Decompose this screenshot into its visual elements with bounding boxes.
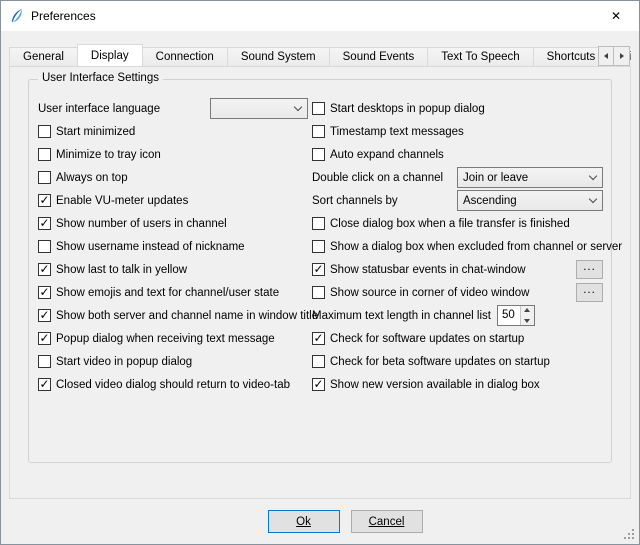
user-interface-settings-group: User Interface Settings User interface l…	[28, 79, 612, 463]
statusbar-events-row: Show statusbar events in chat-window ...	[312, 258, 603, 281]
double-click-value: Join or leave	[463, 172, 528, 184]
double-click-label: Double click on a channel	[312, 172, 443, 184]
checkbox-box[interactable]	[38, 355, 51, 368]
video-source-row: Show source in corner of video window ..…	[312, 281, 603, 304]
tab-text-to-speech[interactable]: Text To Speech	[428, 47, 533, 66]
checkbox-box[interactable]	[38, 309, 51, 322]
checkbox-box[interactable]	[312, 355, 325, 368]
checkbox-closed-video-return[interactable]: Closed video dialog should return to vid…	[38, 373, 308, 396]
checkbox-box[interactable]	[38, 125, 51, 138]
checkbox-popup-text-message[interactable]: Popup dialog when receiving text message	[38, 327, 308, 350]
chevron-down-icon	[589, 172, 597, 180]
checkbox-statusbar-events[interactable]: Show statusbar events in chat-window	[312, 263, 526, 276]
checkbox-box[interactable]	[312, 332, 325, 345]
checkbox-box[interactable]	[312, 240, 325, 253]
tab-scrollers	[598, 46, 630, 66]
checkbox-box[interactable]	[38, 240, 51, 253]
tab-sound-system[interactable]: Sound System	[228, 47, 330, 66]
checkbox-box[interactable]	[38, 286, 51, 299]
checkbox-vu-meter-updates[interactable]: Enable VU-meter updates	[38, 189, 308, 212]
checkbox-check-beta-updates[interactable]: Check for beta software updates on start…	[312, 350, 603, 373]
sort-channels-combobox[interactable]: Ascending	[457, 190, 603, 211]
tab-sound-events[interactable]: Sound Events	[330, 47, 429, 66]
left-column: User interface language Start minimized …	[38, 97, 308, 462]
tab-general[interactable]: General	[9, 47, 78, 66]
checkbox-show-emojis[interactable]: Show emojis and text for channel/user st…	[38, 281, 308, 304]
checkbox-video-popup[interactable]: Start video in popup dialog	[38, 350, 308, 373]
chevron-down-icon	[589, 195, 597, 203]
checkbox-check-updates[interactable]: Check for software updates on startup	[312, 327, 603, 350]
video-source-options-button[interactable]: ...	[576, 283, 603, 302]
checkbox-box[interactable]	[38, 332, 51, 345]
checkbox-box[interactable]	[312, 378, 325, 391]
app-logo-icon	[9, 8, 25, 24]
checkbox-box[interactable]	[312, 217, 325, 230]
tab-scroll-left-button[interactable]	[598, 46, 614, 66]
checkbox-server-channel-title[interactable]: Show both server and channel name in win…	[38, 304, 308, 327]
ok-button[interactable]: Ok	[268, 510, 340, 533]
max-text-length-value: 50	[498, 306, 520, 325]
checkbox-minimize-to-tray[interactable]: Minimize to tray icon	[38, 143, 308, 166]
window-title: Preferences	[31, 9, 96, 23]
checkbox-box[interactable]	[38, 171, 51, 184]
checkbox-show-username[interactable]: Show username instead of nickname	[38, 235, 308, 258]
max-text-length-label: Maximum text length in channel list	[312, 310, 491, 322]
arrow-left-icon	[601, 53, 608, 59]
checkbox-new-version-dialog[interactable]: Show new version available in dialog box	[312, 373, 603, 396]
spin-up-icon[interactable]	[521, 306, 534, 316]
tab-scroll-right-button[interactable]	[614, 46, 630, 66]
max-text-length-row: Maximum text length in channel list 50	[312, 304, 603, 327]
sort-channels-row: Sort channels by Ascending	[312, 189, 603, 212]
checkbox-box[interactable]	[38, 217, 51, 230]
spin-down-icon[interactable]	[521, 316, 534, 326]
checkbox-last-to-talk[interactable]: Show last to talk in yellow	[38, 258, 308, 281]
checkbox-box[interactable]	[312, 125, 325, 138]
checkbox-box[interactable]	[38, 148, 51, 161]
checkbox-box[interactable]	[38, 194, 51, 207]
statusbar-events-options-button[interactable]: ...	[576, 260, 603, 279]
resize-grip[interactable]	[623, 528, 636, 541]
titlebar[interactable]: Preferences ✕	[1, 1, 639, 31]
sort-channels-label: Sort channels by	[312, 195, 398, 207]
checkbox-always-on-top[interactable]: Always on top	[38, 166, 308, 189]
arrow-right-icon	[620, 53, 627, 59]
tab-bar: General Display Connection Sound System …	[9, 44, 631, 66]
preferences-dialog: Preferences ✕ General Display Connection…	[0, 0, 640, 545]
tab-display[interactable]: Display	[77, 44, 143, 66]
max-text-length-spinner[interactable]: 50	[497, 305, 535, 326]
checkbox-box[interactable]	[312, 148, 325, 161]
checkbox-desktops-popup[interactable]: Start desktops in popup dialog	[312, 97, 603, 120]
checkbox-start-minimized[interactable]: Start minimized	[38, 120, 308, 143]
dialog-buttons: Ok Cancel	[51, 510, 639, 533]
tab-connection[interactable]: Connection	[143, 47, 228, 66]
checkbox-close-on-transfer-finished[interactable]: Close dialog box when a file transfer is…	[312, 212, 603, 235]
language-label: User interface language	[38, 103, 160, 115]
checkbox-box[interactable]	[312, 102, 325, 115]
checkbox-dialog-when-excluded[interactable]: Show a dialog box when excluded from cha…	[312, 235, 603, 258]
language-combobox[interactable]	[210, 98, 308, 119]
checkbox-timestamp-messages[interactable]: Timestamp text messages	[312, 120, 603, 143]
checkbox-box[interactable]	[38, 263, 51, 276]
checkbox-box[interactable]	[312, 263, 325, 276]
language-row: User interface language	[38, 97, 308, 120]
cancel-button[interactable]: Cancel	[351, 510, 423, 533]
double-click-row: Double click on a channel Join or leave	[312, 166, 603, 189]
right-column: Start desktops in popup dialog Timestamp…	[312, 97, 603, 462]
checkbox-box[interactable]	[312, 286, 325, 299]
checkbox-video-source-corner[interactable]: Show source in corner of video window	[312, 286, 529, 299]
double-click-combobox[interactable]: Join or leave	[457, 167, 603, 188]
display-tab-page: User Interface Settings User interface l…	[9, 66, 631, 499]
chevron-down-icon	[294, 103, 302, 111]
sort-channels-value: Ascending	[463, 195, 517, 207]
checkbox-box[interactable]	[38, 378, 51, 391]
checkbox-auto-expand-channels[interactable]: Auto expand channels	[312, 143, 603, 166]
close-button[interactable]: ✕	[593, 1, 639, 30]
checkbox-show-user-count[interactable]: Show number of users in channel	[38, 212, 308, 235]
